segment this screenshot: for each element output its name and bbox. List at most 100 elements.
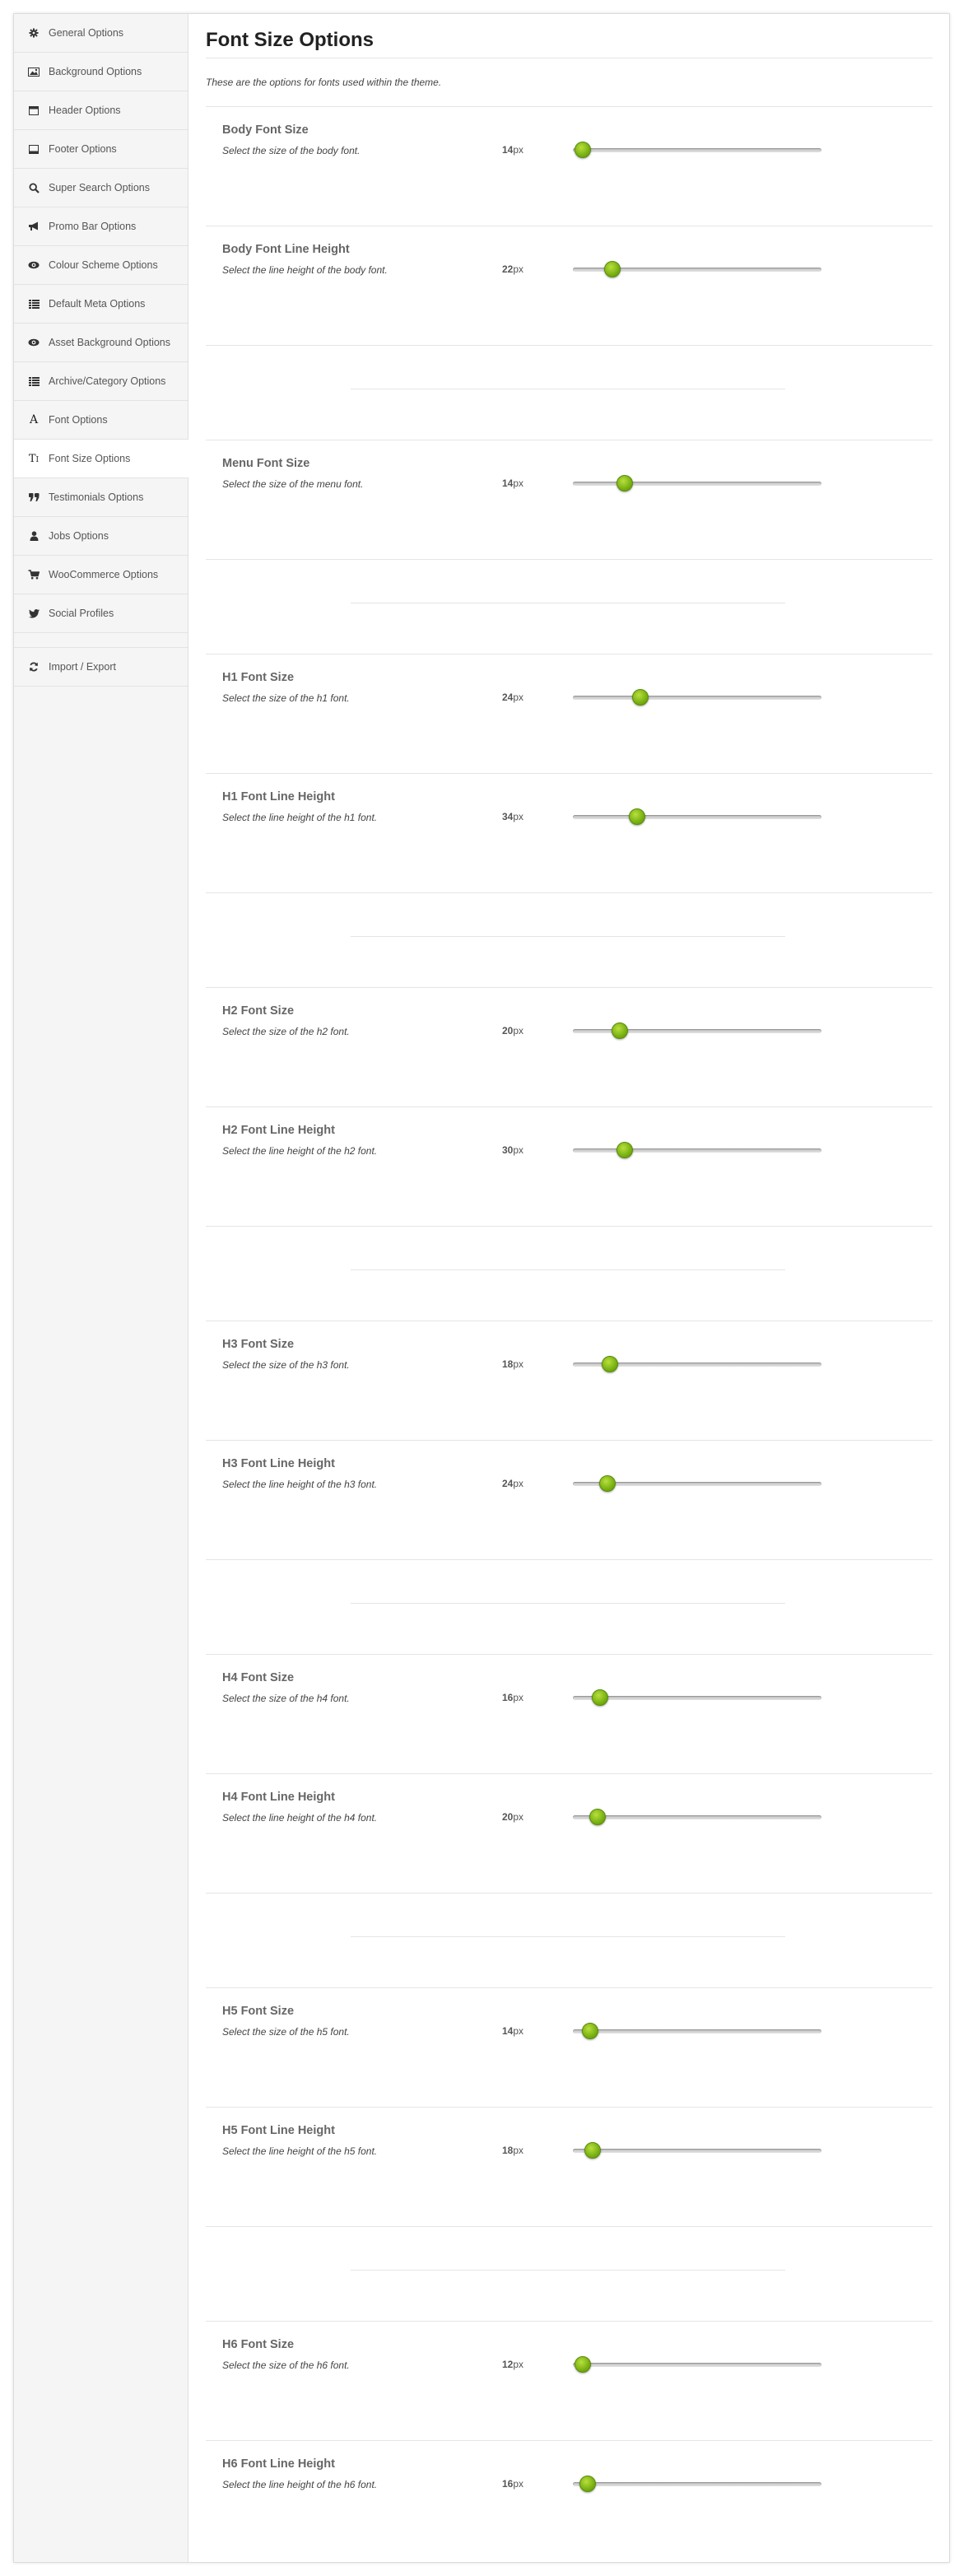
section-spacer [206,2226,933,2321]
refresh-icon [26,661,42,673]
sidebar-item-promo-bar-options[interactable]: Promo Bar Options [14,207,188,246]
option-row: Menu Font Size Select the size of the men… [206,440,933,559]
option-description: Select the size of the h3 font. [222,1359,350,1371]
search-icon [26,182,42,193]
slider-handle[interactable] [575,142,592,158]
user-icon [26,530,42,542]
section-divider [351,1603,785,1604]
sidebar-item-default-meta-options[interactable]: Default Meta Options [14,285,188,324]
sidebar-item-super-search-options[interactable]: Super Search Options [14,169,188,207]
slider-handle[interactable] [579,2476,597,2492]
sidebar-item-label: Testimonials Options [49,491,144,503]
option-title: H4 Font Line Height [222,1791,335,1804]
sidebar-item-asset-background-options[interactable]: Asset Background Options [14,324,188,362]
option-title: H2 Font Line Height [222,1124,335,1137]
slider-handle[interactable] [602,1356,619,1372]
option-row: H1 Font Size Select the size of the h1 fo… [206,654,933,773]
slider-track[interactable] [573,2476,821,2492]
option-value: 14px [502,477,523,489]
option-title: H1 Font Line Height [222,790,335,804]
option-value-unit: px [513,2359,524,2370]
option-title: H6 Font Line Height [222,2457,335,2471]
slider-track[interactable] [573,2142,821,2159]
slider-handle[interactable] [616,475,634,491]
sidebar-item-header-options[interactable]: Header Options [14,91,188,130]
sidebar-menu: General Options Background Options Header … [14,14,188,687]
slider-track[interactable] [573,1022,821,1039]
option-row: H6 Font Line Height Select the line heigh… [206,2440,933,2560]
sidebar-item-footer-options[interactable]: Footer Options [14,130,188,169]
font-icon: A [29,413,39,426]
option-row: Body Font Size Select the size of the bod… [206,106,933,226]
quote-icon [26,491,42,503]
slider-handle[interactable] [584,2142,602,2159]
slider-track[interactable] [573,1809,821,1825]
option-value: 24px [502,1478,523,1489]
slider-track[interactable] [573,689,821,706]
section-spacer [206,892,933,987]
options-panel: General Options Background Options Header … [13,13,950,2563]
sidebar-item-woocommerce-options[interactable]: WooCommerce Options [14,556,188,594]
sidebar-item-background-options[interactable]: Background Options [14,53,188,91]
sidebar-item-import-export[interactable]: Import / Export [14,648,188,687]
option-description: Select the line height of the h6 font. [222,2479,378,2490]
option-title: Menu Font Size [222,457,310,470]
option-description: Select the line height of the body font. [222,264,388,276]
option-row: H3 Font Line Height Select the line heigh… [206,1440,933,1559]
sidebar-item-label: Colour Scheme Options [49,259,158,271]
sidebar-item-jobs-options[interactable]: Jobs Options [14,517,188,556]
intro-text: These are the options for fonts used wit… [206,77,442,88]
section-divider [351,2270,785,2271]
slider-track[interactable] [573,1475,821,1492]
header-icon [26,105,42,116]
slider-track[interactable] [573,1356,821,1372]
option-value: 30px [502,1144,523,1156]
twitter-icon [26,608,42,619]
slider-handle[interactable] [592,1689,609,1706]
option-value: 20px [502,1025,523,1036]
section-spacer [206,1559,933,1654]
slider-track[interactable] [573,142,821,158]
option-value-unit: px [513,692,524,703]
sidebar-item-colour-scheme-options[interactable]: Colour Scheme Options [14,246,188,285]
slider-track[interactable] [573,2356,821,2373]
slider-track[interactable] [573,475,821,491]
sidebar-item-label: Header Options [49,105,121,116]
sidebar-item-font-options[interactable]: A Font Options [14,401,188,440]
option-value-number: 20 [502,1811,514,1823]
sidebar-item-archive-category-options[interactable]: Archive/Category Options [14,362,188,401]
page-title: Font Size Options [206,29,374,51]
slider-handle[interactable] [629,808,646,825]
option-title: H3 Font Size [222,1338,295,1351]
slider-handle[interactable] [589,1809,607,1825]
sidebar-item-label: Jobs Options [49,530,109,542]
option-value: 16px [502,1692,523,1703]
option-value-unit: px [513,2145,524,2156]
sidebar-item-label: WooCommerce Options [49,569,159,580]
slider-handle[interactable] [612,1022,629,1039]
section-spacer [206,1226,933,1321]
sidebar-item-label: Font Size Options [49,453,131,464]
option-title: H1 Font Size [222,671,295,684]
sidebar: General Options Background Options Header … [14,14,188,2562]
slider-handle[interactable] [604,261,621,277]
option-row: H1 Font Line Height Select the line heigh… [206,773,933,892]
slider-track[interactable] [573,2023,821,2039]
sidebar-item-social-profiles[interactable]: Social Profiles [14,594,188,633]
slider-track[interactable] [573,808,821,825]
option-row: H4 Font Size Select the size of the h4 fo… [206,1654,933,1773]
slider-handle[interactable] [631,689,649,706]
slider-track[interactable] [573,1142,821,1158]
option-row: Body Font Line Height Select the line hei… [206,226,933,345]
slider-handle[interactable] [599,1475,616,1492]
slider-handle[interactable] [575,2356,592,2373]
slider-track[interactable] [573,1689,821,1706]
sidebar-item-general-options[interactable]: General Options [14,14,188,53]
slider-track[interactable] [573,261,821,277]
slider-handle[interactable] [616,1142,634,1158]
slider-handle[interactable] [582,2023,599,2039]
sidebar-item-testimonials-options[interactable]: Testimonials Options [14,478,188,517]
sidebar-item-font-size-options[interactable]: TI Font Size Options [14,440,188,478]
option-title: Body Font Size [222,123,309,137]
option-title: H2 Font Size [222,1004,295,1018]
